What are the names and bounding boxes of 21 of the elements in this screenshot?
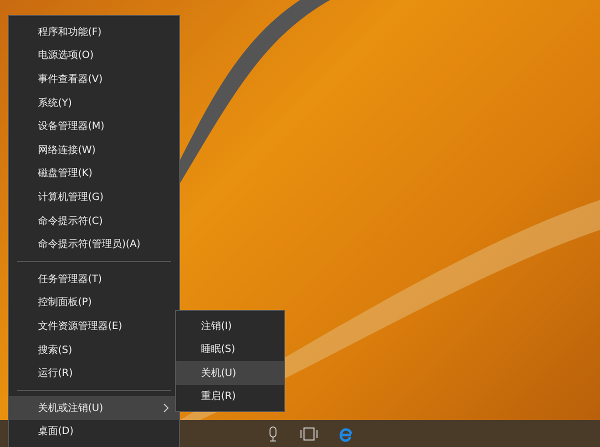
menu-item[interactable]: 程序和功能(F) [9, 20, 179, 44]
menu-item[interactable]: 注销(I) [176, 314, 284, 338]
menu-item[interactable]: 关机或注销(U) [9, 396, 179, 420]
menu-item[interactable]: 搜索(S) [9, 338, 179, 362]
menu-item[interactable]: 电源选项(O) [9, 44, 179, 68]
menu-item[interactable]: 关机(U) [176, 361, 284, 384]
menu-item[interactable]: 计算机管理(G) [9, 185, 179, 209]
menu-item[interactable]: 事件查看器(V) [9, 67, 179, 91]
menu-item[interactable]: 桌面(D) [9, 420, 179, 444]
menu-item[interactable]: 任务管理器(T) [9, 266, 179, 291]
menu-item[interactable]: 设备管理器(M) [9, 114, 179, 138]
menu-item[interactable]: 文件资源管理器(E) [9, 314, 179, 338]
menu-item[interactable]: 控制面板(P) [9, 290, 179, 314]
menu-item[interactable]: 重启(R) [176, 384, 284, 408]
menu-item[interactable]: 磁盘管理(K) [9, 162, 179, 186]
menu-item[interactable]: 睡眠(S) [176, 338, 284, 361]
menu-item[interactable]: 系统(Y) [9, 90, 179, 114]
menu-item[interactable]: 命令提示符(C) [9, 208, 179, 232]
menu-item[interactable]: 网络连接(W) [9, 138, 179, 162]
menu-item[interactable]: 命令提示符(管理员)(A) [9, 232, 179, 256]
menu-item[interactable]: 运行(R) [9, 361, 179, 385]
